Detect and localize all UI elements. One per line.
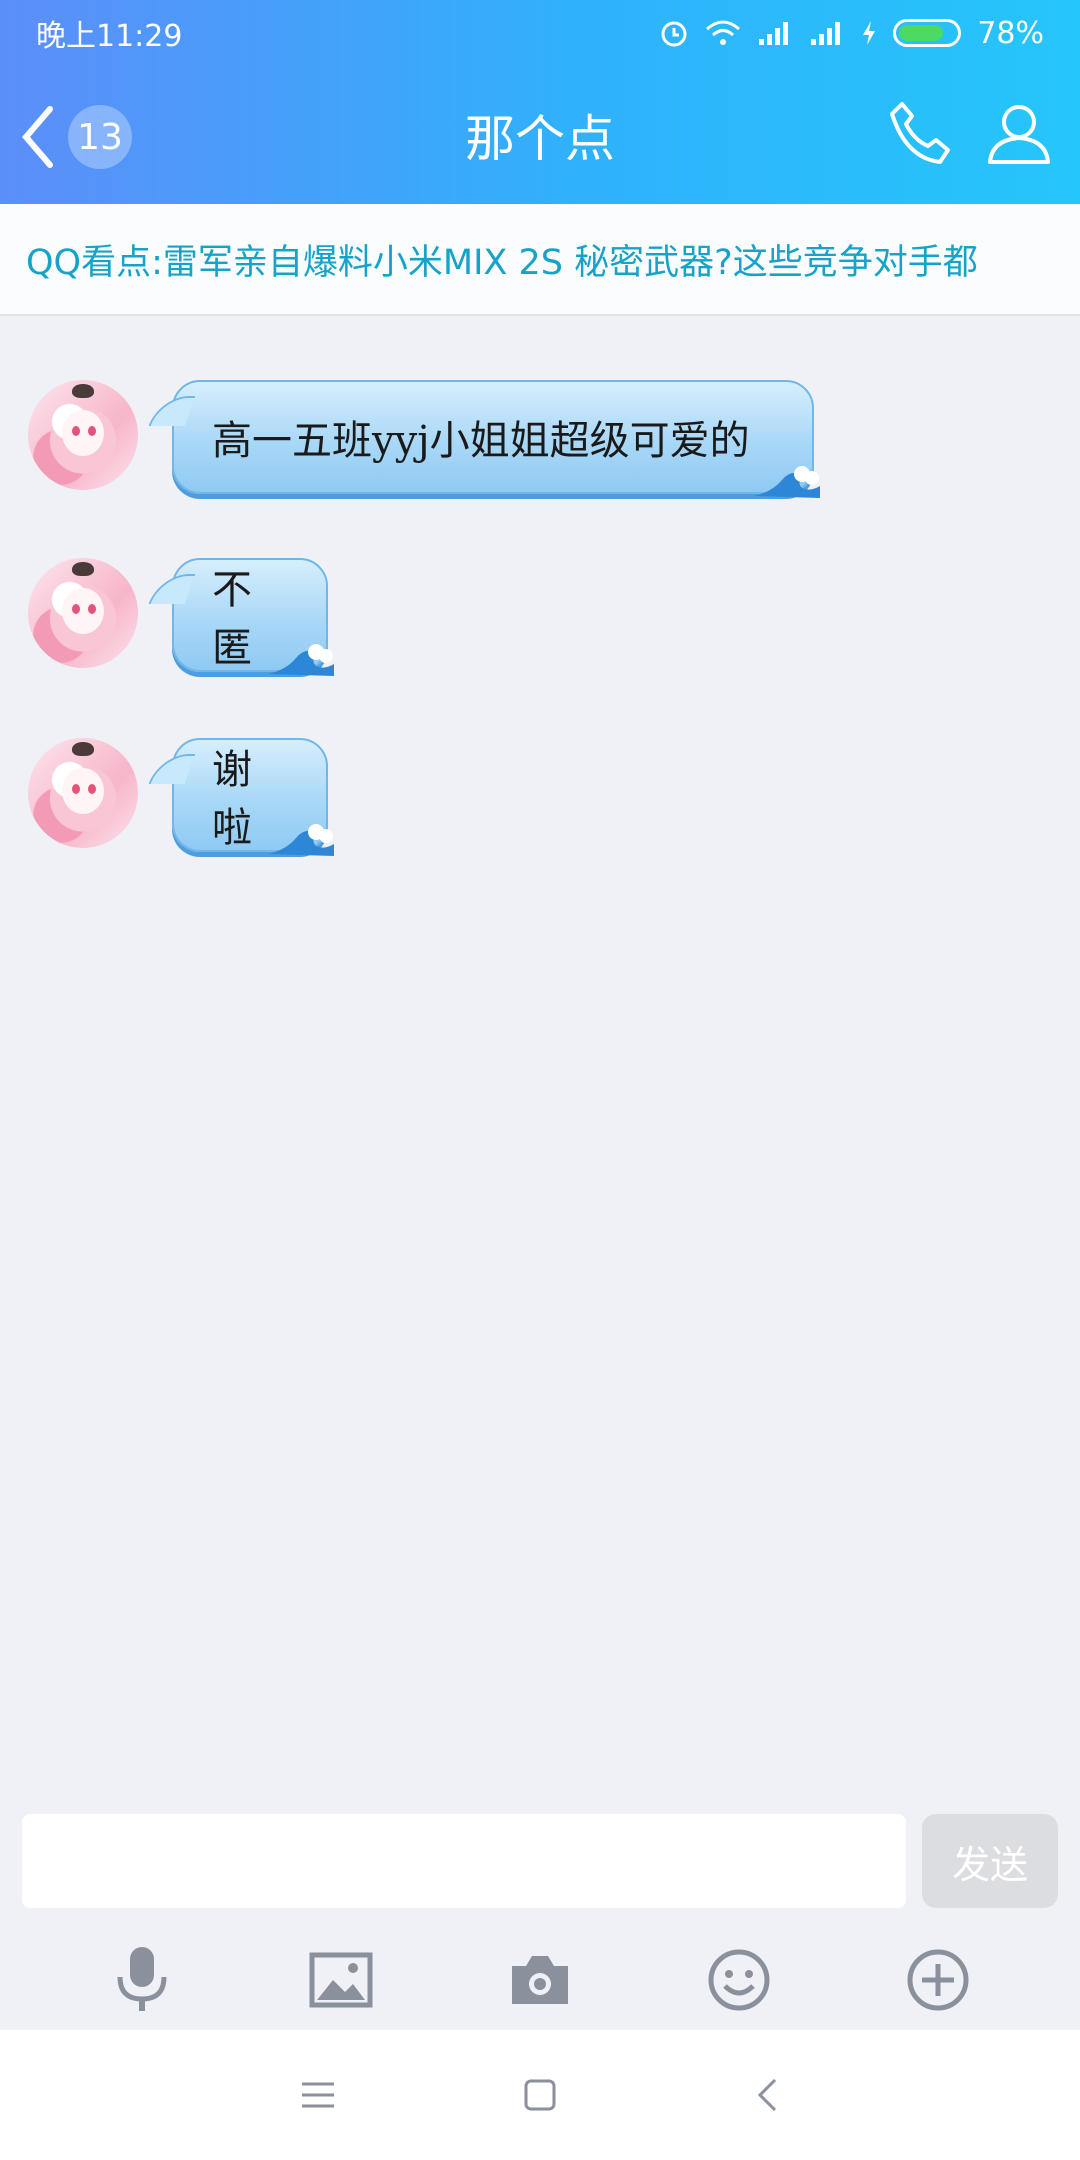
emoji-button[interactable] — [699, 1940, 779, 2020]
wave-decoration-icon — [754, 466, 820, 498]
plus-icon — [907, 1949, 969, 2011]
charging-icon — [863, 21, 876, 45]
microphone-icon — [117, 1947, 167, 2011]
menu-icon — [302, 2082, 334, 2108]
avatar[interactable] — [28, 380, 138, 490]
message-bubble[interactable]: 不匿 — [148, 558, 334, 676]
alarm-icon — [661, 21, 687, 47]
back-button[interactable]: 13 — [18, 102, 138, 172]
composer: 发送 — [0, 1800, 1080, 2030]
home-icon — [524, 2079, 556, 2111]
profile-icon — [988, 105, 1050, 164]
message-input[interactable] — [22, 1814, 906, 1908]
emoji-icon — [708, 1949, 770, 2011]
news-ticker-text: QQ看点:雷军亲自爆料小米MIX 2S 秘密武器?这些竞争对手都 — [26, 242, 978, 283]
image-icon — [309, 1952, 373, 2008]
phone-icon — [890, 102, 950, 164]
system-back-button[interactable] — [732, 2060, 802, 2130]
menu-button[interactable] — [283, 2060, 353, 2130]
call-button[interactable] — [884, 98, 954, 172]
status-time: 晚上11:29 — [36, 19, 183, 54]
signal-icon — [759, 22, 789, 45]
battery-fill — [899, 25, 943, 41]
signal-icon — [811, 22, 841, 45]
news-ticker[interactable]: QQ看点:雷军亲自爆料小米MIX 2S 秘密武器?这些竞争对手都 — [0, 204, 1080, 316]
profile-button[interactable] — [984, 98, 1054, 172]
composer-toolbar — [0, 1940, 1080, 2020]
voice-button[interactable] — [102, 1940, 182, 2020]
avatar[interactable] — [28, 558, 138, 668]
avatar[interactable] — [28, 738, 138, 848]
message-bubble[interactable]: 高一五班yyj小姐姐超级可爱的 — [148, 380, 820, 498]
status-bar: 晚上11:29 78% — [0, 0, 1080, 66]
status-icons: 78% — [659, 16, 1044, 51]
camera-button[interactable] — [500, 1940, 580, 2020]
battery-percent: 78% — [977, 15, 1044, 51]
system-nav-bar — [0, 2030, 1080, 2160]
nav-bar: 那个点 13 — [0, 66, 1080, 204]
wave-decoration-icon — [268, 824, 334, 856]
camera-icon — [511, 1956, 568, 2004]
home-button[interactable] — [505, 2060, 575, 2130]
back-icon — [757, 2078, 777, 2112]
back-arrow-icon — [22, 106, 53, 168]
header: 晚上11:29 78% 那个点 13 — [0, 0, 1080, 204]
message-text: 高一五班yyj小姐姐超级可爱的 — [212, 418, 750, 464]
message-bubble[interactable]: 谢啦 — [148, 738, 334, 856]
more-button[interactable] — [898, 1940, 978, 2020]
image-button[interactable] — [301, 1940, 381, 2020]
unread-count-badge: 13 — [68, 105, 132, 169]
wave-decoration-icon — [268, 644, 334, 676]
send-button[interactable]: 发送 — [922, 1814, 1058, 1908]
wifi-icon — [706, 20, 741, 45]
battery-icon — [893, 19, 962, 47]
